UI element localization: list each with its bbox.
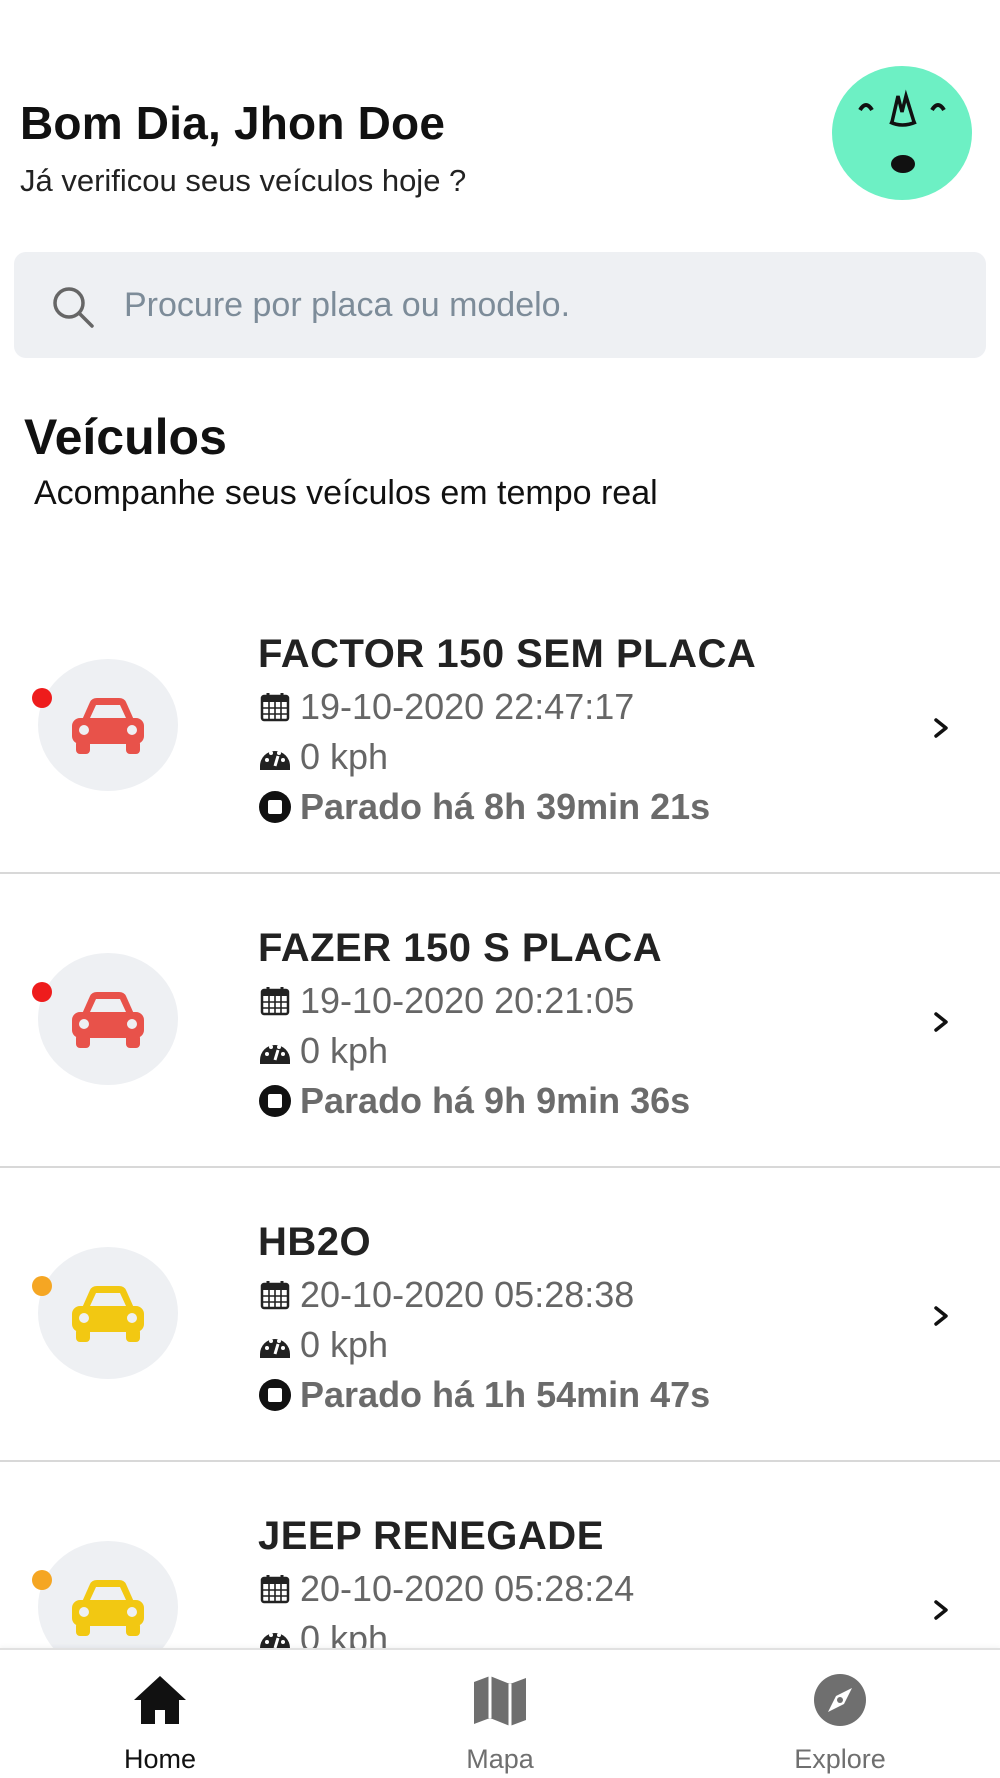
car-icon [72, 992, 144, 1048]
vehicle-status: Parado há 8h 39min 21s [300, 786, 711, 827]
vehicle-status-row: Parado há 1h 54min 47s [258, 1374, 710, 1416]
vehicle-speed: 0 kph [300, 1324, 389, 1365]
vehicle-speed: 0 kph [300, 736, 389, 777]
vehicle-name: FAZER 150 S PLACA [258, 926, 663, 970]
greeting-title: Bom Dia, Jhon Doe [20, 97, 446, 149]
vehicle-item[interactable]: FACTOR 150 SEM PLACA 19-10-2020 22:47:17… [0, 580, 1000, 874]
vehicle-datetime: 19-10-2020 22:47:17 [300, 686, 635, 727]
vehicle-datetime-row: 20-10-2020 05:28:38 [258, 1274, 634, 1316]
speedometer-icon [258, 1034, 292, 1068]
avatar[interactable] [832, 66, 972, 200]
stop-icon [258, 1378, 292, 1412]
car-icon [72, 698, 144, 754]
stop-icon [258, 790, 292, 824]
vehicle-datetime: 20-10-2020 05:28:24 [300, 1568, 635, 1609]
status-dot [32, 1276, 52, 1296]
section-subtitle: Acompanhe seus veículos em tempo real [34, 474, 658, 512]
map-icon [474, 1676, 526, 1726]
search-icon [53, 287, 94, 328]
vehicle-datetime-row: 19-10-2020 20:21:05 [258, 980, 634, 1022]
app-screen: Bom Dia, Jhon Doe Já verificou seus veíc… [0, 0, 1000, 1778]
vehicle-speed: 0 kph [300, 1030, 389, 1071]
compass-icon [814, 1674, 866, 1726]
vehicle-status-row: Parado há 8h 39min 21s [258, 786, 710, 828]
status-dot [32, 688, 52, 708]
vehicle-status: Parado há 1h 54min 47s [300, 1374, 711, 1415]
greeting-subtitle: Já verificou seus veículos hoje ? [20, 163, 467, 198]
home-icon [134, 1676, 186, 1724]
vehicle-name: JEEP RENEGADE [258, 1514, 604, 1558]
vehicle-speed-row: 0 kph [258, 1030, 388, 1072]
vehicle-name: FACTOR 150 SEM PLACA [258, 632, 757, 676]
search-input[interactable] [124, 274, 944, 336]
vehicle-name: HB2O [258, 1220, 372, 1264]
nav-explore-tab[interactable]: Explore [740, 1650, 940, 1778]
avatar-face-icon [858, 89, 946, 173]
chevron-right-icon[interactable] [930, 1004, 954, 1040]
chevron-right-icon[interactable] [930, 710, 954, 746]
vehicle-item[interactable]: FAZER 150 S PLACA 19-10-2020 20:21:05 0 … [0, 874, 1000, 1168]
calendar-icon [258, 690, 292, 724]
speedometer-icon [258, 740, 292, 774]
stop-icon [258, 1084, 292, 1118]
vehicle-status-row: Parado há 9h 9min 36s [258, 1080, 690, 1122]
vehicle-avatar [38, 659, 178, 791]
status-dot [32, 982, 52, 1002]
car-icon [72, 1286, 144, 1342]
vehicle-avatar [38, 953, 178, 1085]
bottom-nav: Home Mapa Explore [0, 1648, 1000, 1778]
vehicle-list: FACTOR 150 SEM PLACA 19-10-2020 22:47:17… [0, 580, 1000, 1756]
calendar-icon [258, 1278, 292, 1312]
calendar-icon [258, 984, 292, 1018]
vehicle-item[interactable]: HB2O 20-10-2020 05:28:38 0 kph Parado há… [0, 1168, 1000, 1462]
status-dot [32, 1570, 52, 1590]
vehicle-datetime-row: 19-10-2020 22:47:17 [258, 686, 634, 728]
nav-home-tab[interactable]: Home [60, 1650, 260, 1778]
chevron-right-icon[interactable] [930, 1592, 954, 1628]
search-bar[interactable] [14, 252, 986, 358]
vehicle-speed-row: 0 kph [258, 1324, 388, 1366]
calendar-icon [258, 1572, 292, 1606]
vehicle-speed-row: 0 kph [258, 736, 388, 778]
vehicle-status: Parado há 9h 9min 36s [300, 1080, 691, 1121]
section-title: Veículos [24, 409, 227, 465]
speedometer-icon [258, 1328, 292, 1362]
vehicle-avatar [38, 1247, 178, 1379]
header: Bom Dia, Jhon Doe Já verificou seus veíc… [0, 0, 1000, 240]
vehicle-datetime: 19-10-2020 20:21:05 [300, 980, 635, 1021]
nav-home-label: Home [123, 1744, 197, 1774]
car-icon [72, 1580, 144, 1636]
vehicle-datetime-row: 20-10-2020 05:28:24 [258, 1568, 634, 1610]
nav-map-tab[interactable]: Mapa [400, 1650, 600, 1778]
vehicle-datetime: 20-10-2020 05:28:38 [300, 1274, 635, 1315]
chevron-right-icon[interactable] [930, 1298, 954, 1334]
nav-map-label: Mapa [466, 1744, 534, 1774]
nav-explore-label: Explore [794, 1744, 886, 1774]
